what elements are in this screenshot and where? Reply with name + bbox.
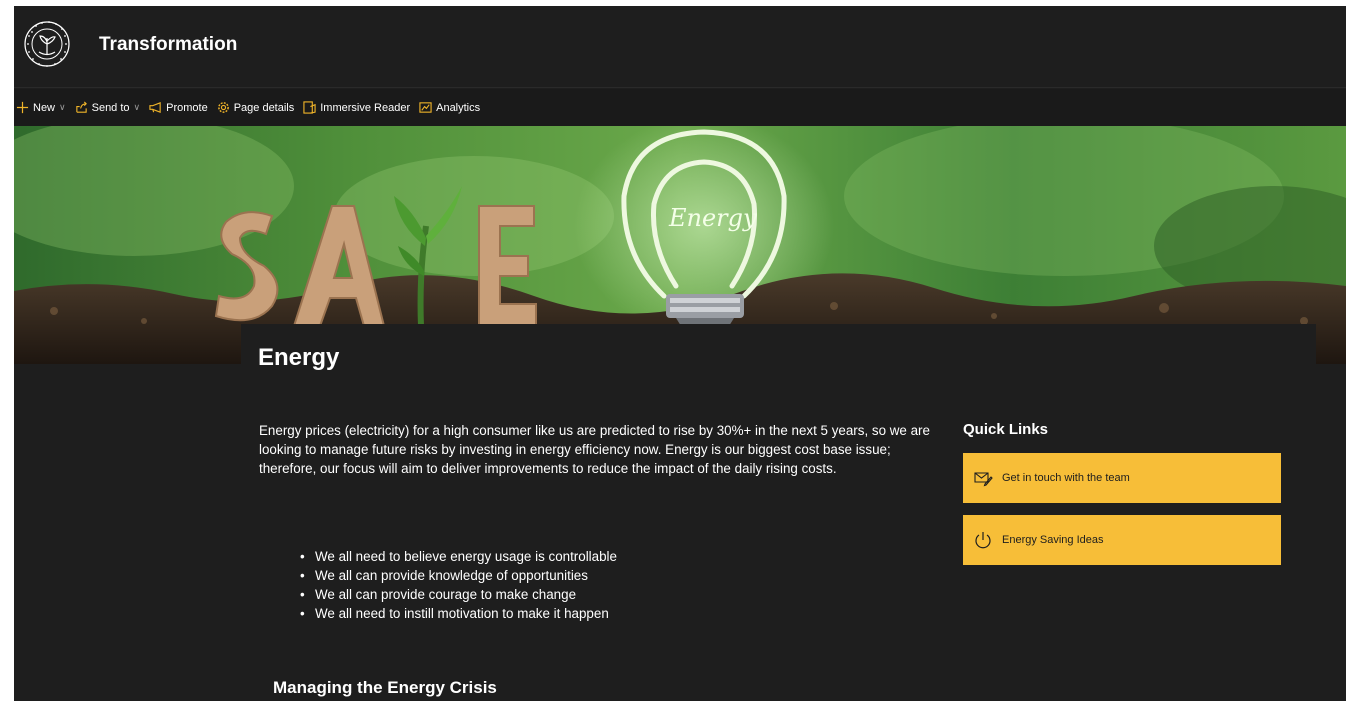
command-bar: New ∨ Send to ∨ Promote Page details Imm…: [14, 89, 1346, 126]
intro-paragraph: Energy prices (electricity) for a high c…: [259, 423, 930, 476]
new-button[interactable]: New ∨: [16, 98, 66, 118]
power-icon: [975, 532, 991, 549]
list-item: We all can provide courage to make chang…: [296, 585, 617, 604]
send-to-button[interactable]: Send to ∨: [75, 98, 141, 118]
page-details-label: Page details: [233, 101, 295, 114]
quick-link-label: Energy Saving Ideas: [1002, 534, 1104, 546]
chevron-down-icon: ∨: [133, 102, 141, 112]
quick-link-label: Get in touch with the team: [1002, 472, 1130, 484]
section-heading: Managing the Energy Crisis: [273, 678, 497, 697]
new-label: New: [33, 101, 56, 114]
list-item: We all can provide knowledge of opportun…: [296, 566, 617, 585]
immersive-reader-label: Immersive Reader: [320, 101, 411, 114]
gear-icon: [217, 102, 229, 113]
promote-button[interactable]: Promote: [149, 98, 208, 118]
quick-link-get-in-touch[interactable]: Get in touch with the team: [963, 453, 1281, 503]
promote-label: Promote: [166, 101, 208, 114]
analytics-button[interactable]: Analytics: [419, 98, 480, 118]
analytics-label: Analytics: [436, 101, 481, 114]
site-header: Transformation: [14, 6, 1346, 88]
site-logo[interactable]: [22, 14, 72, 78]
page-details-button[interactable]: Page details: [217, 98, 295, 118]
share-icon: [75, 101, 87, 113]
page-frame: Transformation New ∨ Send to ∨ Promote P…: [14, 6, 1346, 701]
list-item: We all need to instill motivation to mak…: [296, 604, 617, 623]
reader-icon: [303, 101, 316, 114]
mail-icon: [974, 472, 993, 487]
page-title: Energy: [258, 344, 340, 371]
title-panel: Energy: [241, 324, 1316, 394]
svg-text:Energy: Energy: [668, 204, 757, 232]
site-title[interactable]: Transformation: [99, 34, 237, 56]
immersive-reader-button[interactable]: Immersive Reader: [303, 98, 410, 118]
list-item: We all need to believe energy usage is c…: [296, 547, 617, 566]
quick-links-title: Quick Links: [963, 421, 1049, 438]
quick-link-energy-saving-ideas[interactable]: Energy Saving Ideas: [963, 515, 1281, 565]
chevron-down-icon: ∨: [59, 102, 66, 112]
send-to-label: Send to: [91, 101, 130, 114]
plus-icon: [16, 101, 29, 114]
analytics-icon: [419, 102, 432, 113]
megaphone-icon: [149, 102, 161, 113]
bullet-list: We all need to believe energy usage is c…: [296, 547, 617, 623]
